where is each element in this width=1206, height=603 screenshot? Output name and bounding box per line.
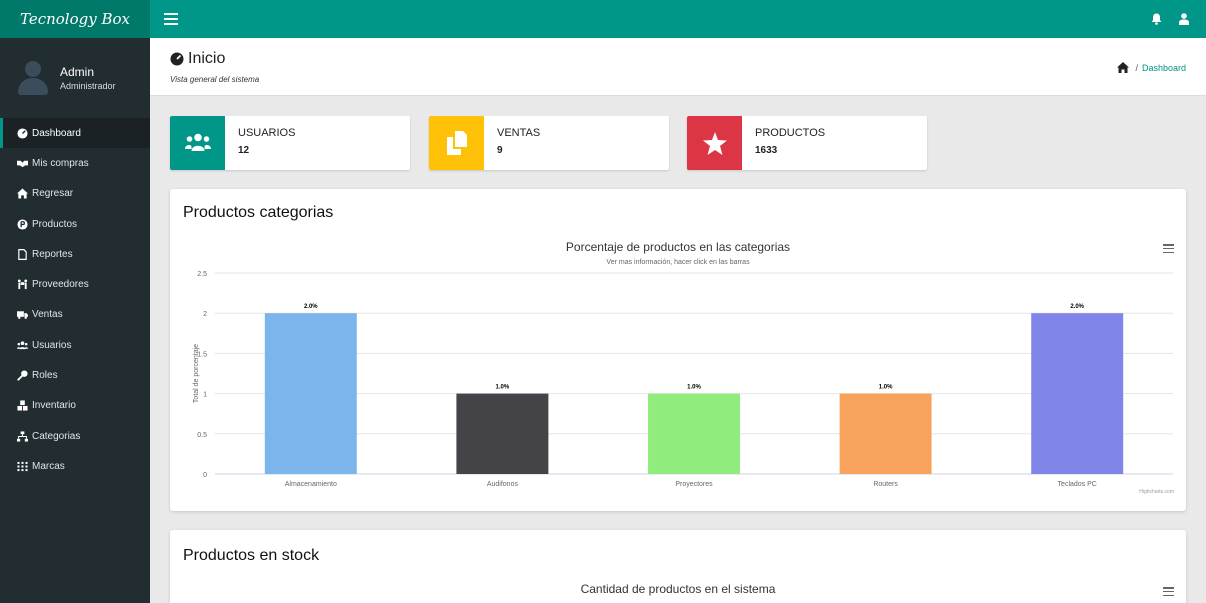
x-tick-label: Audifonos bbox=[487, 481, 519, 488]
stat-value: 12 bbox=[238, 145, 250, 156]
star-icon bbox=[687, 116, 742, 170]
bar[interactable] bbox=[839, 393, 932, 474]
handshake-icon bbox=[17, 158, 28, 169]
x-tick-label: Almacenamiento bbox=[285, 481, 337, 488]
breadcrumb: / Dashboard bbox=[1117, 62, 1186, 73]
y-axis-title: Total de porcentaje bbox=[193, 344, 200, 403]
sidebar-item-regresar[interactable]: Regresar bbox=[0, 179, 150, 209]
data-label: 1.0% bbox=[687, 385, 701, 391]
users-icon bbox=[17, 340, 28, 351]
data-label: 1.0% bbox=[879, 385, 893, 391]
users-icon bbox=[170, 116, 225, 170]
file-icon bbox=[17, 248, 28, 260]
x-tick-label: Proyectores bbox=[675, 481, 713, 488]
y-tick-label: 2 bbox=[203, 311, 207, 318]
sidebar-menu: Dashboard Mis compras Regresar Productos… bbox=[0, 118, 150, 482]
bar[interactable] bbox=[1031, 313, 1124, 474]
chart-title: Cantidad de productos en el sistema bbox=[580, 582, 776, 596]
stat-label: VENTAS bbox=[497, 127, 541, 139]
sidebar-item-ventas[interactable]: Ventas bbox=[0, 300, 150, 330]
y-tick-label: 1 bbox=[203, 392, 207, 399]
bar[interactable] bbox=[264, 313, 357, 474]
chart-menu-button[interactable] bbox=[1163, 587, 1174, 596]
bar-chart: 00.511.522.5Total de porcentaje2.0%Almac… bbox=[193, 271, 1173, 488]
stat-value: 9 bbox=[497, 145, 503, 156]
data-label: 2.0% bbox=[304, 304, 318, 310]
user-role: Administrador bbox=[60, 81, 116, 91]
key-icon bbox=[17, 370, 28, 381]
breadcrumb-dashboard-link[interactable]: Dashboard bbox=[1142, 63, 1186, 73]
top-navbar: Tecnology Box bbox=[0, 0, 1206, 38]
home-icon bbox=[17, 188, 28, 199]
bar[interactable] bbox=[648, 393, 740, 474]
y-tick-label: 0.5 bbox=[197, 432, 207, 439]
user-name: Admin bbox=[60, 65, 95, 79]
stat-card-ventas[interactable]: VENTAS 9 bbox=[429, 116, 669, 170]
y-tick-label: 2.5 bbox=[197, 271, 207, 278]
sitemap-icon bbox=[17, 431, 28, 442]
truck-icon bbox=[17, 309, 28, 320]
sidebar-toggle-button[interactable] bbox=[164, 13, 178, 25]
sidebar-item-usuarios[interactable]: Usuarios bbox=[0, 330, 150, 360]
sidebar: Admin Administrador Dashboard Mis compra… bbox=[0, 38, 150, 603]
y-tick-label: 0 bbox=[203, 472, 207, 479]
sidebar-item-inventario[interactable]: Inventario bbox=[0, 391, 150, 421]
panel-productos-stock: Productos en stock Cantidad de productos… bbox=[170, 530, 1186, 603]
chart-credits[interactable]: Highcharts.com bbox=[1139, 489, 1174, 495]
sidebar-item-roles[interactable]: Roles bbox=[0, 360, 150, 390]
people-carry-icon bbox=[17, 279, 28, 290]
x-tick-label: Teclados PC bbox=[1058, 481, 1097, 488]
copy-icon bbox=[429, 116, 484, 170]
data-label: 2.0% bbox=[1070, 304, 1084, 310]
panel-title: Productos en stock bbox=[183, 547, 320, 564]
stat-card-productos[interactable]: PRODUCTOS 1633 bbox=[687, 116, 927, 170]
page-subtitle: Vista general del sistema bbox=[170, 75, 260, 84]
x-tick-label: Routers bbox=[873, 481, 898, 488]
product-hunt-icon bbox=[17, 218, 28, 230]
bell-icon[interactable] bbox=[1150, 13, 1162, 25]
sidebar-item-proveedores[interactable]: Proveedores bbox=[0, 269, 150, 299]
cubes-icon bbox=[17, 400, 28, 411]
dashboard-icon bbox=[170, 52, 184, 66]
stat-label: PRODUCTOS bbox=[755, 127, 826, 139]
grid-icon bbox=[17, 461, 28, 472]
stat-label: USUARIOS bbox=[238, 127, 296, 139]
panel-productos-categorias: Productos categorias Porcentaje de produ… bbox=[170, 189, 1186, 511]
avatar bbox=[18, 61, 48, 95]
dashboard-icon bbox=[17, 128, 28, 139]
sidebar-item-mis-compras[interactable]: Mis compras bbox=[0, 148, 150, 178]
page-title: Inicio bbox=[170, 50, 225, 68]
sidebar-item-marcas[interactable]: Marcas bbox=[0, 451, 150, 481]
sidebar-item-dashboard[interactable]: Dashboard bbox=[0, 118, 150, 149]
sidebar-item-categorias[interactable]: Categorias bbox=[0, 421, 150, 451]
data-label: 1.0% bbox=[496, 385, 510, 391]
bar[interactable] bbox=[456, 393, 549, 474]
sidebar-item-productos[interactable]: Productos bbox=[0, 209, 150, 239]
page-header: Inicio Vista general del sistema / Dashb… bbox=[150, 38, 1206, 96]
stat-card-usuarios[interactable]: USUARIOS 12 bbox=[170, 116, 410, 170]
home-icon[interactable] bbox=[1117, 62, 1130, 73]
stat-value: 1633 bbox=[755, 145, 778, 156]
user-icon[interactable] bbox=[1178, 13, 1190, 25]
sidebar-item-reportes[interactable]: Reportes bbox=[0, 239, 150, 269]
user-panel: Admin Administrador bbox=[0, 38, 150, 118]
brand-logo[interactable]: Tecnology Box bbox=[0, 0, 150, 38]
